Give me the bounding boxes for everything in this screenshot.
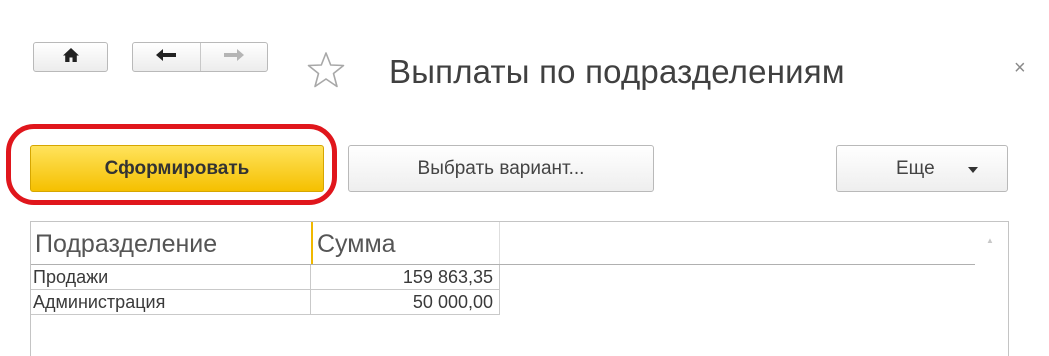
report-spreadsheet[interactable]: Подразделение Сумма Продажи 159 863,35 А… — [30, 221, 1009, 356]
home-button[interactable] — [33, 42, 108, 72]
more-menu-label: Еще — [896, 157, 935, 179]
forward-arrow-icon — [223, 48, 245, 67]
close-icon[interactable]: × — [1014, 58, 1026, 78]
back-arrow-icon — [155, 48, 177, 67]
more-menu-button[interactable]: Еще — [836, 145, 1008, 192]
choose-variant-button[interactable]: Выбрать вариант... — [348, 145, 654, 192]
star-outline-icon[interactable] — [306, 51, 346, 94]
dropdown-triangle-icon — [967, 158, 979, 180]
table-cell-amount[interactable]: 159 863,35 — [311, 265, 500, 290]
forward-button[interactable] — [201, 43, 268, 71]
home-icon — [62, 47, 80, 68]
column-header-amount: Сумма — [311, 222, 499, 264]
scroll-up-icon[interactable]: ▲ — [986, 236, 994, 245]
table-cell-amount[interactable]: 50 000,00 — [311, 290, 500, 315]
header-divider — [499, 222, 500, 265]
column-header-department: Подразделение — [35, 230, 218, 258]
table-cell-department[interactable]: Продажи — [31, 265, 311, 290]
history-navigation-group — [132, 42, 268, 72]
highlight-annotation — [6, 124, 337, 205]
back-button[interactable] — [133, 43, 200, 71]
table-cell-department[interactable]: Администрация — [31, 290, 311, 315]
page-title: Выплаты по подразделениям — [389, 53, 845, 90]
